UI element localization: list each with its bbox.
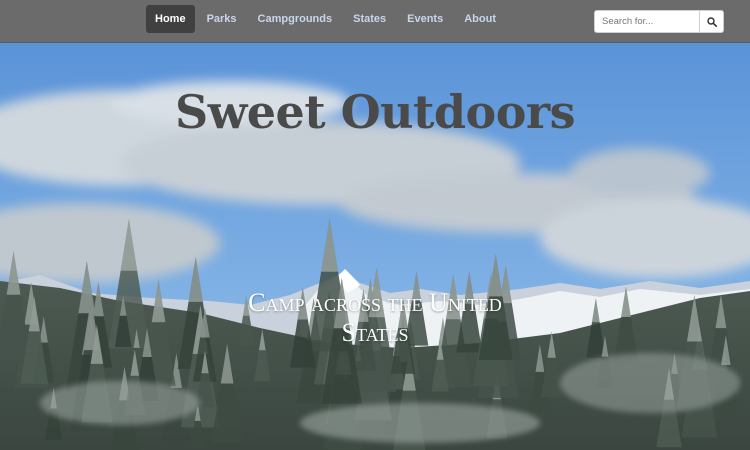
hero-section: Sweet Outdoors Camp across the United St… [0,43,750,450]
nav-item-home[interactable]: Home [146,5,195,33]
nav-item-campgrounds[interactable]: Campgrounds [249,5,342,33]
nav-item-events[interactable]: Events [398,5,452,33]
nav-item-parks[interactable]: Parks [198,5,246,33]
search-form [594,10,724,33]
hero-subtitle: Camp across the United States [248,288,502,347]
search-input[interactable] [595,11,699,32]
nav-item-about[interactable]: About [455,5,505,33]
top-navbar: Home Parks Campgrounds States Events Abo… [0,0,750,43]
hero-title: Sweet Outdoors [174,85,576,139]
search-icon [706,16,717,27]
nav-item-states[interactable]: States [344,5,395,33]
nav-menu: Home Parks Campgrounds States Events Abo… [146,5,508,33]
search-button[interactable] [699,11,723,32]
